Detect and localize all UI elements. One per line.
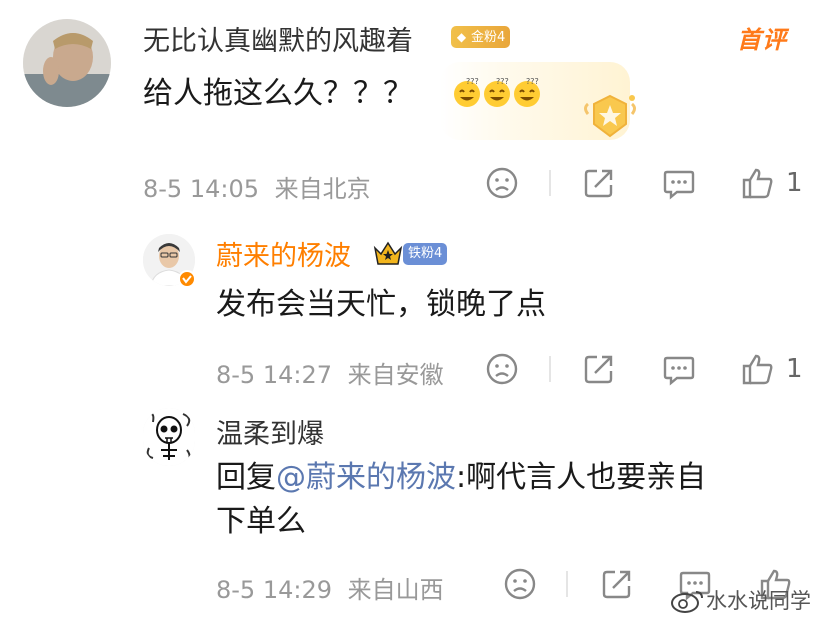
crown-icon xyxy=(373,240,403,266)
emoji-row: ????????? xyxy=(452,78,542,112)
comment-text: 给人拖这么久？？？ xyxy=(143,76,413,111)
comment-text: 回复@蔚来的杨波:啊代言人也要亲自 xyxy=(216,456,706,500)
svg-text:???: ??? xyxy=(496,78,509,86)
dislike-icon[interactable] xyxy=(484,351,520,387)
svg-text:???: ??? xyxy=(526,78,539,86)
like-count: 1 xyxy=(786,168,803,198)
sweat-smile-emoji: ??? xyxy=(484,78,510,107)
share-icon[interactable] xyxy=(599,566,635,602)
avatar[interactable] xyxy=(23,19,111,107)
comment-date: 8-5 14:29 xyxy=(216,576,332,604)
watermark: 水水说同学 xyxy=(670,585,811,615)
divider xyxy=(549,356,551,382)
dislike-icon[interactable] xyxy=(484,165,520,201)
svg-text:???: ??? xyxy=(466,78,479,86)
comment-meta: 8-5 14:05 来自北京 xyxy=(143,169,371,204)
comment-icon[interactable] xyxy=(661,351,697,387)
reply-prefix: 回复 xyxy=(216,460,276,495)
comment-text: 发布会当天忙，锁晚了点 xyxy=(216,287,546,322)
share-icon[interactable] xyxy=(581,165,617,201)
username[interactable]: 蔚来的杨波 xyxy=(216,234,351,273)
comment-meta: 8-5 14:29 来自山西 xyxy=(216,570,444,605)
divider xyxy=(549,170,551,196)
like-icon[interactable] xyxy=(740,165,776,201)
comment-date: 8-5 14:05 xyxy=(143,175,259,203)
like-count: 1 xyxy=(786,354,803,384)
first-comment-label: 首评 xyxy=(737,26,787,54)
verified-icon xyxy=(178,270,196,288)
like-icon[interactable] xyxy=(740,351,776,387)
share-icon[interactable] xyxy=(581,351,617,387)
comment-text-line2: 下单么 xyxy=(216,504,306,539)
avatar[interactable] xyxy=(143,408,195,466)
mention-link[interactable]: @蔚来的杨波 xyxy=(276,460,456,495)
comment-meta: 8-5 14:27 来自安徽 xyxy=(216,355,444,390)
username[interactable]: 无比认真幽默的风趣着 xyxy=(143,19,413,58)
dislike-icon[interactable] xyxy=(502,566,538,602)
comment-date: 8-5 14:27 xyxy=(216,361,332,389)
diamond-icon: ◆ xyxy=(456,30,467,44)
username[interactable]: 温柔到爆 xyxy=(216,412,324,451)
comment-location: 来自安徽 xyxy=(347,361,444,389)
star-badge-icon xyxy=(580,90,640,142)
watermark-text: 水水说同学 xyxy=(706,589,811,613)
comment-icon[interactable] xyxy=(661,165,697,201)
weibo-logo-icon xyxy=(670,586,706,614)
comment-location: 来自山西 xyxy=(347,576,444,604)
fan-badge: ◆ 金粉4 xyxy=(451,26,511,48)
sweat-smile-emoji: ??? xyxy=(454,78,480,107)
comment-text-line1: :啊代言人也要亲自 xyxy=(456,460,707,495)
sweat-smile-emoji: ??? xyxy=(514,78,540,107)
fan-badge: 铁粉4 xyxy=(403,243,448,265)
comment-location: 来自北京 xyxy=(274,175,371,203)
divider xyxy=(566,571,568,597)
